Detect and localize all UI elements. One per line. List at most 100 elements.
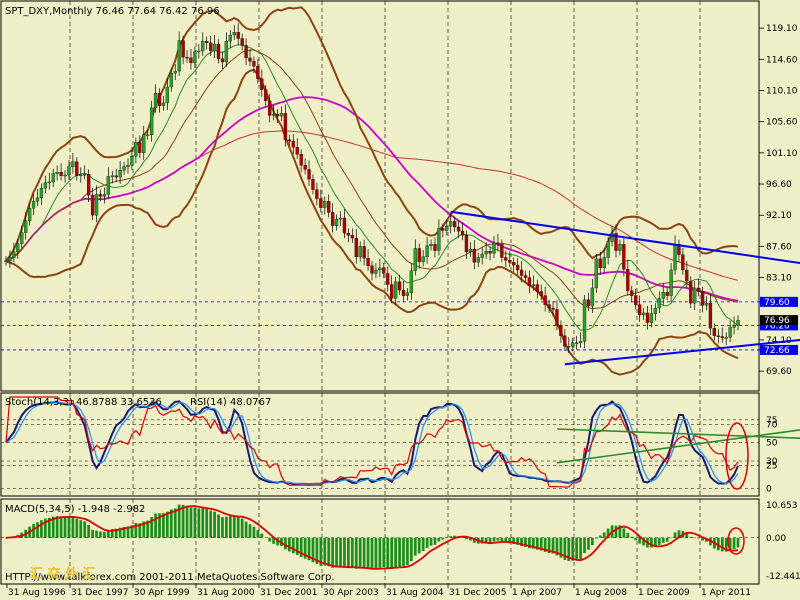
candle-body bbox=[645, 312, 650, 323]
candle-body bbox=[488, 251, 492, 254]
x-tick-label: 31 Dec 1997 bbox=[71, 588, 129, 598]
candle-body bbox=[433, 244, 437, 251]
y-tick-label: 119.10 bbox=[766, 24, 798, 34]
macd-histogram-bar bbox=[437, 537, 441, 542]
macd-histogram-bar bbox=[75, 518, 79, 538]
macd-histogram-bar bbox=[626, 533, 630, 538]
candle-body bbox=[696, 287, 701, 292]
candle-body bbox=[732, 325, 736, 328]
macd-histogram-bar bbox=[347, 537, 350, 568]
macd-histogram-bar bbox=[378, 537, 382, 568]
candle-body bbox=[260, 78, 264, 90]
candle-body bbox=[622, 244, 626, 270]
candle-body bbox=[106, 176, 110, 195]
x-tick-label: 30 Apr 1999 bbox=[134, 588, 190, 598]
candle-body bbox=[189, 57, 193, 63]
macd-histogram-bar bbox=[221, 517, 224, 538]
candle-body bbox=[83, 174, 87, 176]
candle-body bbox=[236, 32, 240, 39]
price-level-label: 79.60 bbox=[764, 298, 790, 308]
macd-histogram-bar bbox=[732, 537, 736, 550]
macd-histogram-bar bbox=[587, 537, 590, 550]
candle-body bbox=[374, 269, 378, 274]
candle-body bbox=[134, 142, 138, 157]
candle-body bbox=[559, 325, 563, 336]
candle-body bbox=[350, 235, 354, 239]
candle-body bbox=[169, 72, 173, 88]
candle-body bbox=[16, 243, 20, 253]
macd-histogram-bar bbox=[374, 537, 378, 569]
macd-histogram-bar bbox=[339, 537, 342, 567]
macd-histogram-bar bbox=[103, 531, 106, 538]
candle-body bbox=[71, 161, 75, 167]
macd-histogram-bar bbox=[87, 524, 91, 538]
candle-body bbox=[417, 248, 421, 262]
macd-histogram-bar bbox=[661, 537, 665, 543]
candle-body bbox=[641, 312, 646, 316]
candle-body bbox=[173, 70, 177, 74]
candle-body bbox=[390, 284, 394, 299]
candle-body bbox=[79, 174, 83, 176]
candle-body bbox=[634, 295, 638, 305]
candle-body bbox=[75, 161, 79, 176]
candle-body bbox=[456, 226, 461, 232]
candle-body bbox=[716, 335, 720, 337]
candle-body bbox=[161, 102, 166, 106]
candle-body bbox=[421, 256, 425, 262]
macd-histogram-bar bbox=[614, 525, 618, 538]
candle-body bbox=[449, 221, 453, 227]
y-tick-label: 101.10 bbox=[766, 149, 798, 159]
candle-body bbox=[346, 233, 351, 236]
macd-histogram-bar bbox=[496, 537, 500, 541]
candle-body bbox=[712, 328, 717, 336]
x-tick-label: 1 Apr 2007 bbox=[512, 588, 562, 598]
candle-body bbox=[626, 269, 630, 291]
y-tick-label: 87.60 bbox=[766, 242, 792, 252]
macd-histogram-bar bbox=[413, 537, 417, 556]
candle-body bbox=[256, 66, 260, 79]
candle-body bbox=[51, 173, 55, 183]
watermark-text: 汇 交 外 汇 bbox=[30, 566, 96, 582]
macd-histogram-bar bbox=[169, 509, 173, 538]
candle-body bbox=[523, 275, 528, 278]
candle-body bbox=[130, 156, 134, 166]
macd-histogram-bar bbox=[95, 530, 98, 538]
candle-body bbox=[59, 172, 63, 176]
forex-chart[interactable]: 119.10 114.60 110.10 105.60 101.10 96.60 92.10… bbox=[0, 0, 800, 600]
macd-histogram-bar bbox=[55, 516, 59, 538]
candle-body bbox=[425, 245, 429, 257]
x-tick-label: 1 Dec 2009 bbox=[638, 588, 690, 598]
macd-histogram-bar bbox=[406, 537, 409, 566]
macd-histogram-bar bbox=[193, 507, 197, 538]
macd-histogram-bar bbox=[217, 514, 220, 538]
candle-body bbox=[67, 166, 71, 176]
price-level-label: 72.66 bbox=[764, 346, 790, 356]
macd-histogram-bar bbox=[209, 510, 213, 538]
x-tick-label: 30 Apr 2003 bbox=[323, 588, 379, 598]
candle-body bbox=[527, 277, 532, 287]
candle-body bbox=[197, 50, 201, 53]
candle-body bbox=[27, 208, 32, 221]
candle-body bbox=[492, 242, 496, 254]
macd-histogram-bar bbox=[185, 505, 189, 538]
macd-histogram-bar bbox=[260, 533, 264, 538]
macd-histogram-bar bbox=[634, 537, 638, 541]
candle-body bbox=[232, 32, 236, 36]
y-tick-label: 105.60 bbox=[766, 118, 798, 128]
candle-body bbox=[476, 257, 480, 263]
macd-histogram-bar bbox=[225, 516, 228, 538]
macd-histogram-bar bbox=[228, 516, 232, 538]
x-tick-label: 1 Aug 2008 bbox=[575, 588, 627, 598]
candle-body bbox=[574, 342, 579, 344]
macd-histogram-bar bbox=[181, 504, 185, 538]
candle-body bbox=[31, 201, 36, 209]
macd-histogram-bar bbox=[697, 537, 701, 539]
candle-body bbox=[543, 295, 547, 305]
candle-body bbox=[362, 246, 366, 259]
macd-histogram-bar bbox=[575, 537, 579, 561]
x-tick-label: 31 Aug 2004 bbox=[386, 588, 444, 598]
candle-body bbox=[86, 174, 91, 196]
candle-body bbox=[153, 93, 158, 108]
y-tick-label: 83.10 bbox=[766, 274, 792, 284]
candle-body bbox=[405, 292, 410, 296]
